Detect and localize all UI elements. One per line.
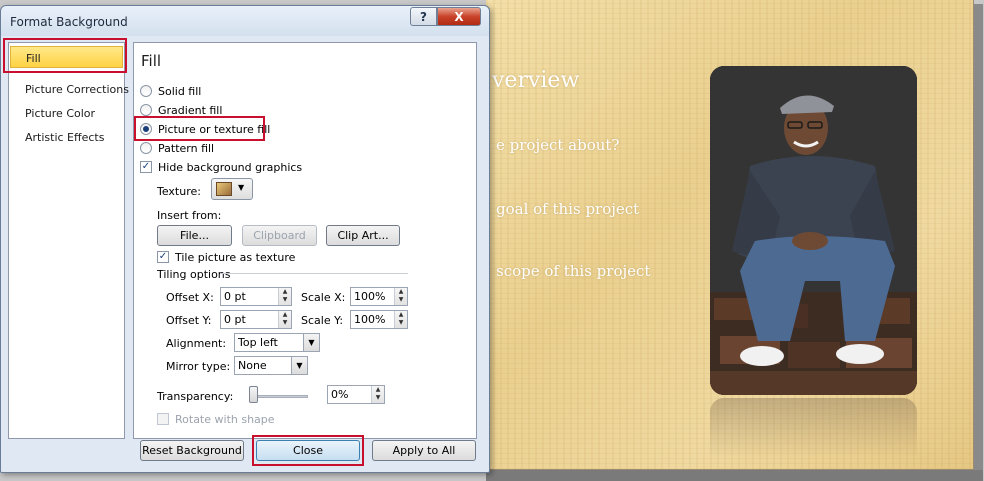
transparency-slider-track[interactable] xyxy=(254,395,308,398)
alignment-label: Alignment: xyxy=(166,337,227,350)
alignment-value: Top left xyxy=(238,336,278,349)
checkbox-checked[interactable]: ✓ xyxy=(157,251,169,263)
tile-picture-option[interactable]: ✓ Tile picture as texture xyxy=(157,249,295,265)
transparency-value: 0% xyxy=(331,388,349,401)
hide-background-graphics-option[interactable]: ✓ Hide background graphics xyxy=(140,159,302,175)
spin-arrows-icon[interactable]: ▲ ▼ xyxy=(394,311,407,328)
offset-y-spinner[interactable]: 0 pt ▲ ▼ xyxy=(220,310,292,329)
section-heading: Fill xyxy=(141,52,162,70)
spin-arrows-icon[interactable]: ▲ ▼ xyxy=(278,311,291,328)
nav-item-picture-corrections[interactable]: Picture Corrections xyxy=(10,78,129,100)
help-button[interactable]: ? xyxy=(410,7,437,26)
clipboard-button[interactable]: Clipboard xyxy=(242,225,317,246)
picture-fill-highlight-box xyxy=(134,116,265,141)
fill-options-pane: Fill Solid fill Gradient fill Picture or… xyxy=(133,42,477,439)
tiling-options-label: Tiling options xyxy=(157,268,231,281)
dialog-titlebar[interactable]: Format Background ? X xyxy=(1,6,489,36)
format-background-dialog: Format Background ? X Fill Picture Corre… xyxy=(0,5,490,473)
offset-y-value: 0 pt xyxy=(224,313,246,326)
close-icon: X xyxy=(454,9,464,24)
pattern-fill-option[interactable]: Pattern fill xyxy=(140,140,214,156)
transparency-spinner[interactable]: 0% ▲ ▼ xyxy=(327,385,385,404)
alignment-select[interactable]: Top left ▼ xyxy=(234,333,320,352)
nav-item-picture-color[interactable]: Picture Color xyxy=(10,102,123,124)
radio-button[interactable] xyxy=(140,142,152,154)
scale-x-spinner[interactable]: 100% ▲ ▼ xyxy=(350,287,408,306)
scale-y-spinner[interactable]: 100% ▲ ▼ xyxy=(350,310,408,329)
close-highlight-box xyxy=(252,435,364,466)
clip-art-button[interactable]: Clip Art... xyxy=(326,225,400,246)
chevron-down-icon[interactable]: ▼ xyxy=(291,357,307,374)
fill-highlight-box xyxy=(3,38,127,73)
offset-x-value: 0 pt xyxy=(224,290,246,303)
chevron-down-icon: ▼ xyxy=(238,183,245,192)
rotate-with-shape-option[interactable]: Rotate with shape xyxy=(157,411,275,427)
offset-y-label: Offset Y: xyxy=(166,314,212,327)
photo-reflection xyxy=(710,398,917,458)
texture-label: Texture: xyxy=(157,185,201,198)
transparency-slider-thumb[interactable] xyxy=(249,386,258,403)
file-button[interactable]: File... xyxy=(157,225,232,246)
transparency-label: Transparency: xyxy=(157,390,234,403)
dialog-title: Format Background xyxy=(10,15,128,29)
mirror-type-select[interactable]: None ▼ xyxy=(234,356,308,375)
mirror-type-value: None xyxy=(238,359,267,372)
slide-photo[interactable] xyxy=(710,66,917,395)
scale-x-label: Scale X: xyxy=(301,291,346,304)
radio-button[interactable] xyxy=(140,85,152,97)
texture-swatch-icon xyxy=(216,182,232,196)
spin-arrows-icon[interactable]: ▲ ▼ xyxy=(278,288,291,305)
close-window-button[interactable]: X xyxy=(437,7,481,26)
slide-bullet: goal of this project xyxy=(496,200,640,218)
scale-y-label: Scale Y: xyxy=(301,314,344,327)
gradient-fill-label: Gradient fill xyxy=(158,103,223,117)
spin-arrows-icon[interactable]: ▲ ▼ xyxy=(371,386,384,403)
insert-from-label: Insert from: xyxy=(157,209,222,222)
spin-arrows-icon[interactable]: ▲ ▼ xyxy=(394,288,407,305)
checkbox-disabled[interactable] xyxy=(157,413,169,425)
tile-picture-label: Tile picture as texture xyxy=(175,250,296,264)
scale-y-value: 100% xyxy=(354,313,386,326)
pattern-fill-label: Pattern fill xyxy=(158,141,215,155)
mirror-type-label: Mirror type: xyxy=(166,360,231,373)
category-list: Fill Picture Corrections Picture Color A… xyxy=(8,42,129,439)
offset-x-spinner[interactable]: 0 pt ▲ ▼ xyxy=(220,287,292,306)
slide-bullet: scope of this project xyxy=(496,262,651,280)
person-photo-illustration xyxy=(710,66,917,395)
solid-fill-label: Solid fill xyxy=(158,84,202,98)
rotate-with-shape-label: Rotate with shape xyxy=(175,412,275,426)
radio-button[interactable] xyxy=(140,104,152,116)
chevron-down-icon[interactable]: ▼ xyxy=(303,334,319,351)
apply-to-all-button[interactable]: Apply to All xyxy=(372,440,476,461)
help-icon: ? xyxy=(420,9,427,24)
texture-picker-button[interactable]: ▼ xyxy=(211,178,253,200)
reset-background-button[interactable]: Reset Background xyxy=(140,440,244,461)
slide-bullet: e project about? xyxy=(496,136,620,154)
solid-fill-option[interactable]: Solid fill xyxy=(140,83,201,99)
slide-title: verview xyxy=(492,68,580,93)
separator xyxy=(220,273,408,274)
offset-x-label: Offset X: xyxy=(166,291,214,304)
checkbox-checked[interactable]: ✓ xyxy=(140,161,152,173)
hide-background-graphics-label: Hide background graphics xyxy=(158,160,303,174)
nav-item-artistic-effects[interactable]: Artistic Effects xyxy=(10,126,123,148)
scale-x-value: 100% xyxy=(354,290,386,303)
